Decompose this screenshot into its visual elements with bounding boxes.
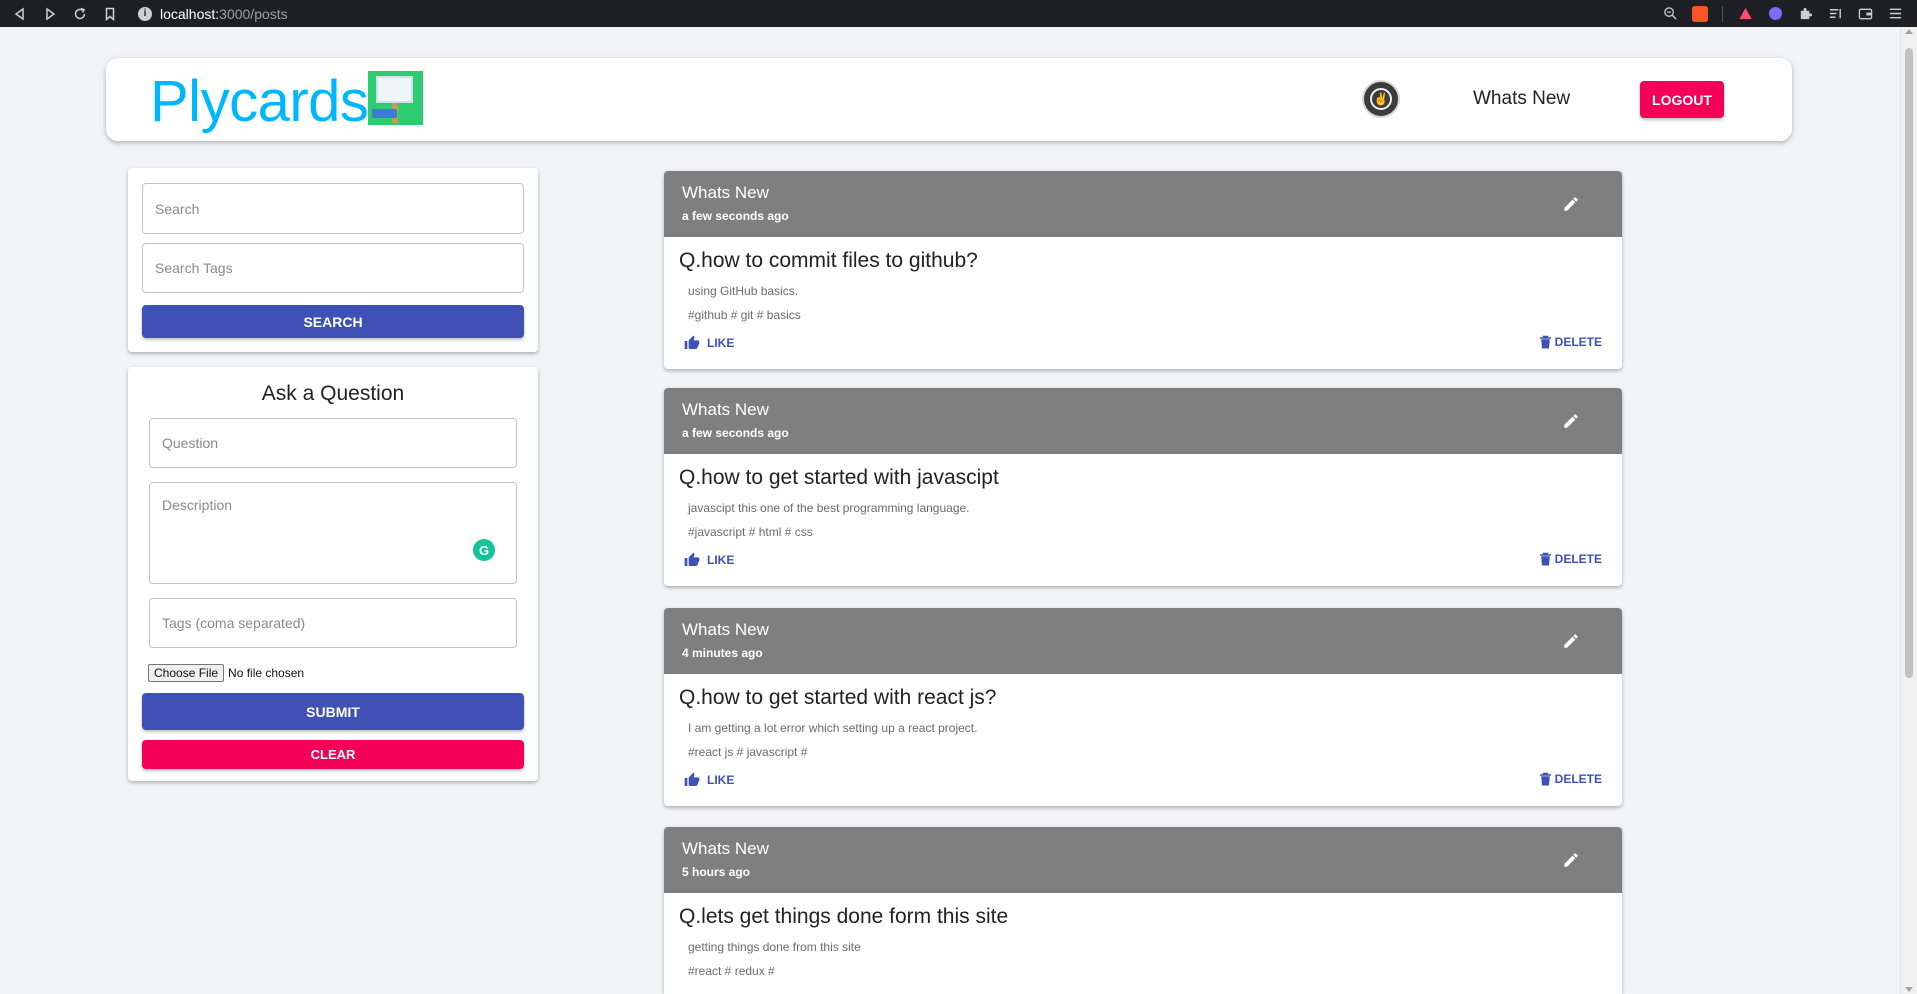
post-question: Q.lets get things done form this site	[679, 905, 1009, 928]
brave-rewards-icon[interactable]	[1737, 6, 1753, 22]
post-author: Whats New	[682, 183, 769, 202]
grammarly-icon[interactable]: G	[473, 539, 495, 561]
post-description: getting things done from this site	[688, 940, 861, 954]
choose-file-button[interactable]: Choose File	[148, 664, 225, 682]
address-bar[interactable]: localhost:3000/posts	[160, 6, 288, 22]
post-card: Whats New a few seconds ago Q.how to com…	[664, 171, 1622, 369]
url-path: 3000/posts	[219, 5, 288, 22]
post-description: using GitHub basics.	[688, 284, 799, 298]
like-label: LIKE	[707, 553, 735, 567]
url-host: localhost:	[160, 5, 220, 22]
search-panel: SEARCH	[128, 168, 538, 352]
user-name: Whats New	[1473, 88, 1571, 109]
post-author: Whats New	[682, 839, 769, 858]
ask-question-form: Ask a Question G Choose File No file cho…	[128, 367, 538, 781]
post-question: Q.how to get started with react js?	[679, 686, 997, 709]
edit-icon[interactable]	[1560, 630, 1582, 652]
post-question: Q.how to commit files to github?	[679, 249, 978, 272]
thumb-up-icon	[684, 772, 700, 786]
scroll-up-icon[interactable]	[1905, 29, 1913, 34]
edit-icon[interactable]	[1560, 849, 1582, 871]
post-time: a few seconds ago	[682, 426, 789, 440]
delete-label: DELETE	[1554, 335, 1602, 349]
post-time: 4 minutes ago	[682, 646, 763, 660]
toolbar-divider	[1722, 5, 1723, 22]
like-label: LIKE	[707, 773, 735, 787]
signboard-logo-icon	[368, 71, 423, 125]
post-author: Whats New	[682, 400, 769, 419]
form-title: Ask a Question	[261, 382, 405, 405]
post-tags: #react # redux #	[688, 964, 775, 978]
post-card: Whats New 4 minutes ago Q.how to get sta…	[664, 608, 1622, 806]
scrollbar-thumb[interactable]	[1905, 48, 1913, 678]
post-card: Whats New a few seconds ago Q.how to get…	[664, 388, 1622, 586]
submit-button[interactable]: SUBMIT	[142, 693, 524, 730]
reading-list-icon[interactable]	[1827, 6, 1843, 22]
trash-icon	[1539, 552, 1551, 566]
brave-shields-icon[interactable]	[1692, 5, 1708, 22]
question-input[interactable]	[149, 418, 517, 468]
avatar[interactable]: ✌	[1362, 80, 1400, 118]
forward-icon[interactable]	[40, 4, 60, 24]
thumb-up-icon	[684, 335, 700, 349]
clear-button[interactable]: CLEAR	[142, 740, 524, 769]
file-status: No file chosen	[228, 666, 305, 680]
edit-icon[interactable]	[1560, 193, 1582, 215]
thumb-up-icon	[684, 552, 700, 566]
post-time: a few seconds ago	[682, 209, 789, 223]
logout-button[interactable]: LOGOUT	[1640, 81, 1724, 118]
search-button[interactable]: SEARCH	[142, 305, 524, 338]
puzzle-icon[interactable]	[1797, 6, 1813, 22]
like-button[interactable]: LIKE	[684, 552, 734, 568]
description-field[interactable]	[149, 482, 517, 584]
back-icon[interactable]	[10, 4, 30, 24]
like-button[interactable]: LIKE	[684, 772, 734, 788]
brand-title[interactable]: Plycards	[150, 68, 369, 135]
site-info-icon[interactable]: i	[138, 6, 152, 21]
like-button[interactable]: LIKE	[684, 335, 734, 351]
page-scrollbar[interactable]	[1900, 27, 1917, 994]
browser-toolbar: i localhost:3000/posts	[0, 0, 1917, 27]
wallet-icon[interactable]	[1857, 6, 1873, 22]
card-header	[664, 171, 1622, 237]
delete-label: DELETE	[1554, 772, 1602, 786]
post-description: javascipt this one of the best programmi…	[688, 501, 970, 515]
delete-button[interactable]: DELETE	[1539, 335, 1602, 349]
search-input[interactable]	[142, 183, 524, 234]
card-header	[664, 827, 1622, 893]
post-card: Whats New 5 hours ago Q.lets get things …	[664, 827, 1622, 994]
zoom-icon[interactable]	[1662, 6, 1678, 22]
app-bar: Plycards ✌ Whats New LOGOUT	[106, 58, 1792, 141]
post-tags: #github # git # basics	[688, 308, 801, 322]
delete-button[interactable]: DELETE	[1539, 772, 1602, 786]
user-avatar-icon: ✌	[1370, 88, 1392, 110]
reload-icon[interactable]	[70, 4, 90, 24]
card-header	[664, 608, 1622, 674]
like-label: LIKE	[707, 336, 735, 350]
search-tags-input[interactable]	[142, 243, 524, 293]
post-question: Q.how to get started with javascipt	[679, 466, 999, 489]
extension-icon[interactable]	[1767, 6, 1783, 22]
edit-icon[interactable]	[1560, 410, 1582, 432]
file-input: Choose File No file chosen	[148, 664, 304, 682]
delete-label: DELETE	[1554, 552, 1602, 566]
card-header	[664, 388, 1622, 454]
post-tags: #react js # javascript #	[688, 745, 808, 759]
scroll-down-icon[interactable]	[1905, 987, 1913, 992]
post-author: Whats New	[682, 620, 769, 639]
delete-button[interactable]: DELETE	[1539, 552, 1602, 566]
tags-input[interactable]	[149, 598, 517, 648]
bookmark-icon[interactable]	[100, 4, 120, 24]
trash-icon	[1539, 772, 1551, 786]
post-tags: #javascript # html # css	[688, 525, 813, 539]
trash-icon	[1539, 335, 1551, 349]
menu-icon[interactable]	[1887, 6, 1903, 22]
post-time: 5 hours ago	[682, 865, 751, 879]
post-description: I am getting a lot error which setting u…	[688, 721, 978, 735]
